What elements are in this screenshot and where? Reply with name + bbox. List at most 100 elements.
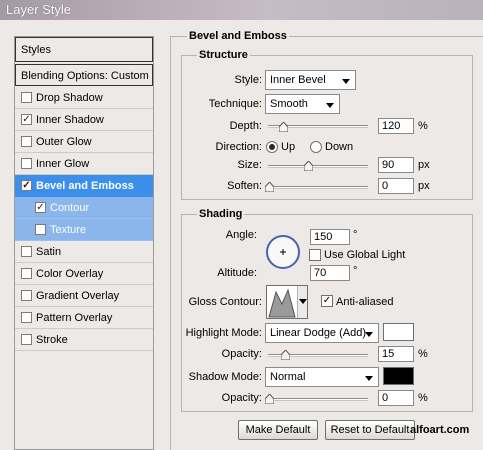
depth-slider-thumb[interactable] bbox=[279, 122, 288, 132]
shadow-opacity-value: 0 bbox=[382, 392, 389, 404]
sidebar-item-label: Inner Glow bbox=[36, 158, 90, 170]
soften-slider[interactable] bbox=[268, 186, 368, 188]
sidebar-item-inner-shadow[interactable]: ✓ Inner Shadow bbox=[15, 109, 153, 131]
highlight-opacity-value: 15 bbox=[382, 348, 395, 360]
highlight-opacity-slider-thumb[interactable] bbox=[281, 350, 290, 360]
highlight-mode-dropdown[interactable]: Linear Dodge (Add) bbox=[265, 323, 379, 343]
sidebar-item-gradient-overlay[interactable]: Gradient Overlay bbox=[15, 285, 153, 307]
angle-dial[interactable] bbox=[265, 234, 301, 270]
sidebar-item-texture[interactable]: Texture bbox=[15, 219, 153, 241]
technique-dropdown[interactable]: Smooth bbox=[265, 94, 340, 114]
sidebar-item-outer-glow[interactable]: Outer Glow bbox=[15, 131, 153, 153]
altitude-value: 70 bbox=[314, 267, 327, 279]
soften-value: 0 bbox=[382, 180, 389, 192]
highlight-mode-label: Highlight Mode: bbox=[185, 327, 262, 339]
sidebar-item-bevel-and-emboss[interactable]: ✓ Bevel and Emboss bbox=[15, 175, 153, 197]
sidebar-item-label: Bevel and Emboss bbox=[36, 180, 134, 192]
altitude-label: Altitude: bbox=[217, 267, 257, 279]
angle-value: 150 bbox=[314, 231, 333, 243]
sidebar-item-satin[interactable]: Satin bbox=[15, 241, 153, 263]
chevron-down-icon bbox=[326, 103, 334, 108]
outer-glow-checkbox[interactable] bbox=[21, 136, 32, 147]
soften-unit: px bbox=[418, 180, 430, 192]
soften-label: Soften: bbox=[227, 180, 262, 192]
gloss-contour-label: Gloss Contour: bbox=[188, 296, 262, 308]
size-value: 90 bbox=[382, 159, 395, 171]
sidebar-item-contour[interactable]: ✓ Contour bbox=[15, 197, 153, 219]
highlight-opacity-input[interactable]: 15 bbox=[378, 346, 414, 362]
sidebar-blending-label: Blending Options: Custom bbox=[21, 70, 149, 82]
size-slider[interactable] bbox=[268, 165, 368, 167]
sidebar-item-label: Contour bbox=[50, 202, 90, 214]
pattern-overlay-checkbox[interactable] bbox=[21, 312, 32, 323]
stroke-checkbox[interactable] bbox=[21, 334, 32, 345]
sidebar-blending-options[interactable]: Blending Options: Custom bbox=[15, 64, 153, 86]
shadow-color-swatch[interactable] bbox=[383, 367, 414, 385]
reset-to-default-button[interactable]: Reset to Default bbox=[325, 420, 415, 440]
structure-title: Structure bbox=[197, 49, 250, 61]
altitude-unit: ° bbox=[353, 265, 358, 277]
highlight-color-swatch[interactable] bbox=[383, 323, 414, 341]
sidebar-item-label: Pattern Overlay bbox=[36, 312, 113, 324]
use-global-light-checkbox[interactable] bbox=[309, 249, 321, 261]
watermark-text: alfoart.com bbox=[410, 424, 470, 436]
bevel-emboss-title: Bevel and Emboss bbox=[187, 30, 289, 42]
texture-checkbox[interactable] bbox=[35, 224, 46, 235]
style-dropdown[interactable]: Inner Bevel bbox=[265, 70, 356, 90]
anti-aliased-checkbox[interactable]: ✓ bbox=[321, 295, 333, 307]
size-input[interactable]: 90 bbox=[378, 157, 414, 173]
technique-label: Technique: bbox=[208, 98, 262, 110]
sidebar-item-label: Drop Shadow bbox=[36, 92, 103, 104]
style-value: Inner Bevel bbox=[270, 74, 326, 86]
size-slider-thumb[interactable] bbox=[304, 161, 313, 171]
altitude-input[interactable]: 70 bbox=[310, 265, 350, 281]
gradient-overlay-checkbox[interactable] bbox=[21, 290, 32, 301]
depth-input[interactable]: 120 bbox=[378, 118, 414, 134]
contour-checkbox[interactable]: ✓ bbox=[35, 202, 46, 213]
sidebar-item-stroke[interactable]: Stroke bbox=[15, 329, 153, 351]
sidebar-item-pattern-overlay[interactable]: Pattern Overlay bbox=[15, 307, 153, 329]
sidebar-styles-header[interactable]: Styles bbox=[15, 37, 153, 62]
depth-unit: % bbox=[418, 120, 428, 132]
size-label: Size: bbox=[237, 159, 262, 171]
angle-label: Angle: bbox=[225, 229, 257, 241]
sidebar-item-label: Texture bbox=[50, 224, 87, 236]
chevron-down-icon bbox=[299, 299, 307, 304]
technique-value: Smooth bbox=[270, 98, 308, 110]
sidebar-item-label: Satin bbox=[36, 246, 62, 258]
sidebar-item-label: Gradient Overlay bbox=[36, 290, 120, 302]
soften-input[interactable]: 0 bbox=[378, 178, 414, 194]
size-unit: px bbox=[418, 159, 430, 171]
gloss-contour-preview[interactable] bbox=[266, 285, 308, 319]
highlight-opacity-unit: % bbox=[418, 348, 428, 360]
drop-shadow-checkbox[interactable] bbox=[21, 92, 32, 103]
inner-glow-checkbox[interactable] bbox=[21, 158, 32, 169]
sidebar-item-color-overlay[interactable]: Color Overlay bbox=[15, 263, 153, 285]
direction-down-label: Down bbox=[325, 141, 354, 153]
title-bar: Layer Style bbox=[0, 0, 483, 20]
contour-curve-icon bbox=[268, 288, 296, 318]
direction-up-radio[interactable] bbox=[266, 141, 278, 153]
gloss-contour-picker-button[interactable] bbox=[297, 286, 307, 318]
shadow-opacity-slider[interactable] bbox=[268, 398, 368, 400]
sidebar-item-inner-glow[interactable]: Inner Glow bbox=[15, 153, 153, 175]
inner-shadow-checkbox[interactable]: ✓ bbox=[21, 114, 32, 125]
make-default-button[interactable]: Make Default bbox=[238, 420, 318, 440]
use-global-light-label: Use Global Light bbox=[324, 249, 406, 261]
sidebar-item-label: Outer Glow bbox=[36, 136, 92, 148]
direction-down-radio[interactable] bbox=[310, 141, 322, 153]
color-overlay-checkbox[interactable] bbox=[21, 268, 32, 279]
soften-slider-thumb[interactable] bbox=[265, 182, 274, 192]
sidebar-item-drop-shadow[interactable]: Drop Shadow bbox=[15, 87, 153, 109]
satin-checkbox[interactable] bbox=[21, 246, 32, 257]
shadow-mode-dropdown[interactable]: Normal bbox=[265, 367, 379, 387]
shadow-opacity-slider-thumb[interactable] bbox=[265, 394, 274, 404]
shadow-opacity-unit: % bbox=[418, 392, 428, 404]
angle-unit: ° bbox=[353, 229, 358, 241]
direction-label: Direction: bbox=[215, 141, 262, 153]
direction-up-label: Up bbox=[281, 141, 296, 153]
angle-input[interactable]: 150 bbox=[310, 229, 350, 245]
shadow-opacity-label: Opacity: bbox=[221, 392, 262, 404]
shadow-opacity-input[interactable]: 0 bbox=[378, 390, 414, 406]
bevel-and-emboss-checkbox[interactable]: ✓ bbox=[21, 180, 32, 191]
